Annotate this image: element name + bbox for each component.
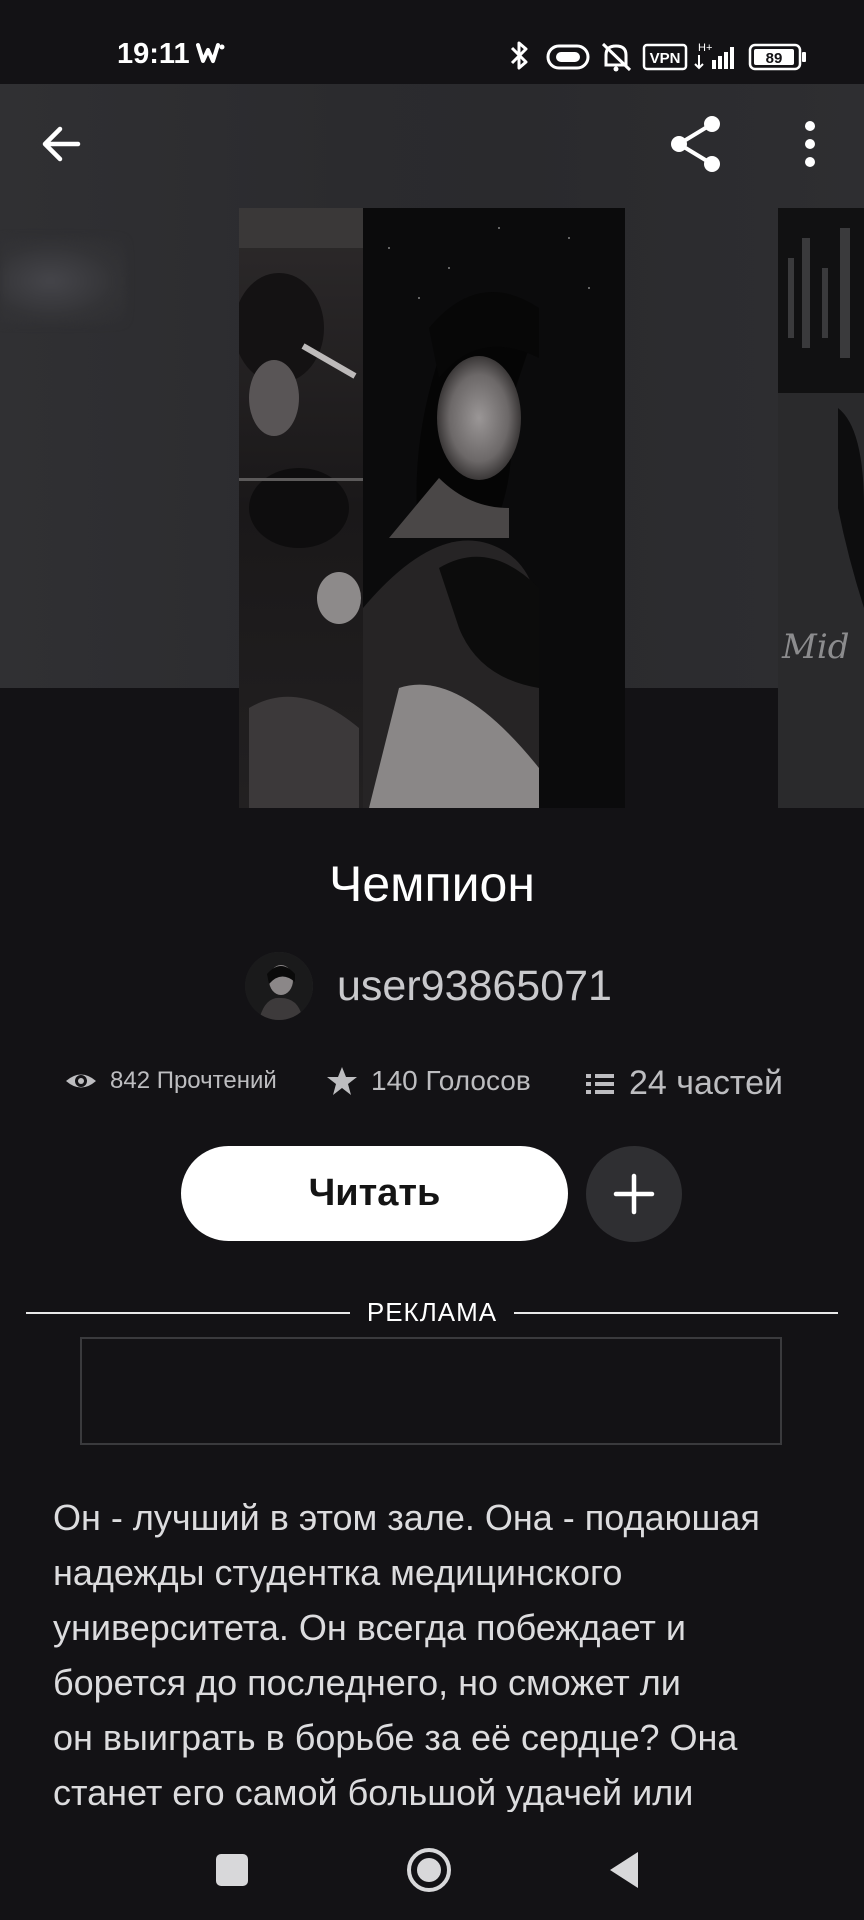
status-time: 19:11 [117,38,190,70]
reads-stat: 842 Прочтений [64,1064,277,1098]
description-line: университета. Он всегда побеждает и [53,1607,686,1648]
ad-label: РЕКЛАМА [366,1297,498,1327]
vpn-icon: VPN [642,43,688,71]
read-button[interactable]: Читать [181,1146,568,1241]
back-triangle-icon [610,1852,638,1888]
share-button[interactable] [664,112,728,176]
author-link[interactable]: user93865071 [245,952,612,1020]
status-icons: VPN H+ 89 [510,41,806,72]
backdrop-blur [0,238,126,324]
bluetooth-icon [510,41,528,70]
more-button[interactable] [780,112,844,176]
w-app-icon [196,43,225,63]
related-cover-image: Mid [778,208,864,808]
story-cover[interactable] [239,208,625,808]
description-line: борется до последнего, но сможет ли [53,1662,681,1703]
related-story-cover[interactable]: Mid [778,208,864,808]
eye-icon [66,1074,96,1088]
story-title: Чемпион [329,856,535,912]
home-button[interactable] [404,1845,454,1895]
vpn-label: VPN [650,50,681,67]
related-cover-text: Mid [781,627,849,667]
back-arrow-icon [42,126,81,162]
add-to-library-button[interactable] [586,1146,682,1242]
parts-count: 24 частей [629,1064,783,1102]
parts-stat[interactable]: 24 частей [583,1064,783,1103]
recents-square-icon [216,1854,248,1886]
bell-muted-icon [601,42,632,72]
avatar-image [245,952,313,1020]
alarm-pill-icon [546,44,590,70]
nav-back-button[interactable] [604,1848,648,1892]
votes-stat: 140 Голосов [325,1064,531,1098]
battery-icon: 89 [748,43,806,71]
signal-icon: H+ [694,42,734,70]
description-line: он выиграть в борьбе за её сердце? Она [53,1717,738,1758]
ad-divider-left [26,1312,350,1314]
author-avatar [245,952,313,1020]
star-icon [327,1067,357,1095]
home-circle-icon [407,1848,451,1892]
author-name: user93865071 [337,961,612,1010]
share-icon [671,116,720,172]
reads-count: 842 Прочтений [110,1067,277,1094]
network-label: H+ [698,42,712,54]
list-icon [586,1073,614,1094]
battery-level: 89 [766,50,783,67]
ad-banner[interactable] [80,1337,782,1445]
ad-divider-right [514,1312,838,1314]
plus-icon [613,1173,655,1215]
cover-image [239,208,625,808]
more-vertical-icon [805,121,815,167]
status-bar: 19:11 VPN H+ 89 [0,0,864,84]
recents-button[interactable] [210,1848,254,1892]
story-description: Он - лучший в этом зале. Она - подаюшая … [53,1490,833,1820]
back-button[interactable] [30,112,94,176]
description-line: Он - лучший в этом зале. Она - подаюшая [53,1497,760,1538]
system-nav-bar [0,1812,864,1920]
description-line: надежды студентка медицинского [53,1552,623,1593]
votes-count: 140 Голосов [371,1065,531,1096]
